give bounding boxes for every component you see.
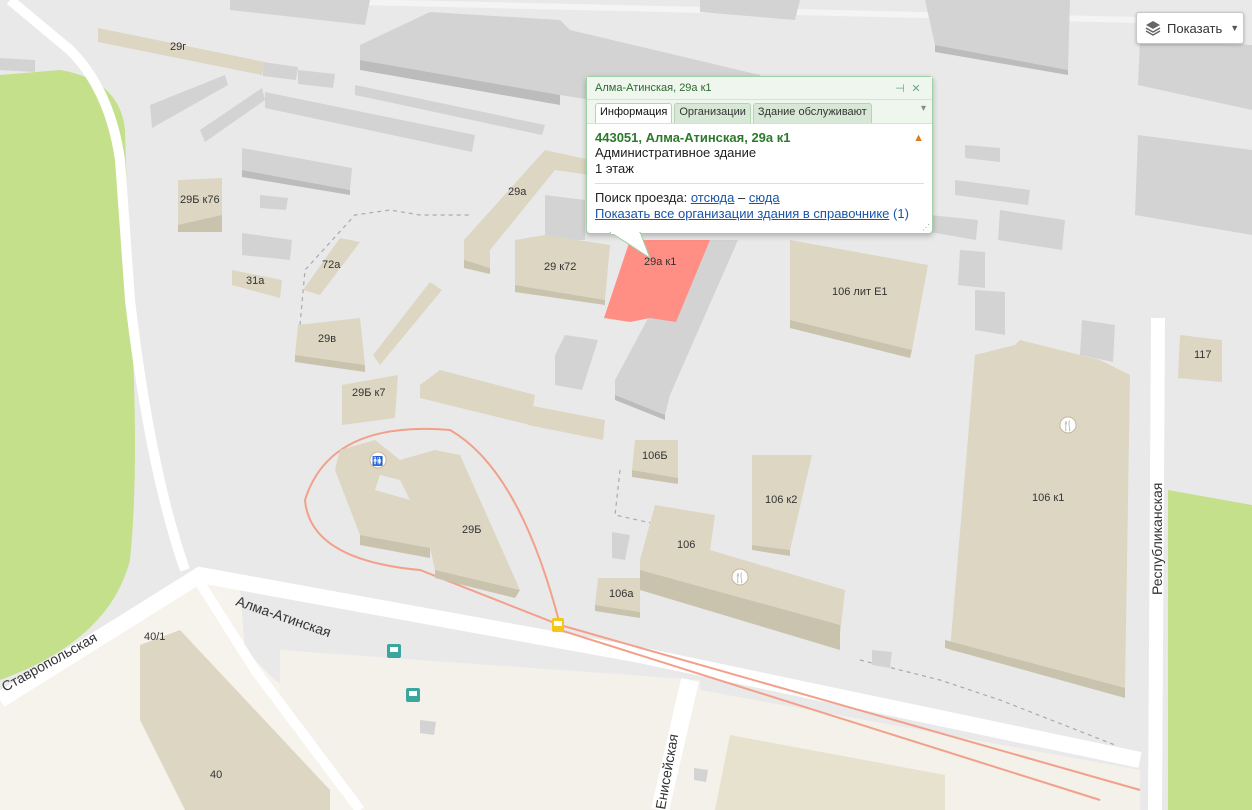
balloon-tail bbox=[609, 232, 652, 260]
building-label-106b: 106Б bbox=[642, 450, 668, 462]
info-balloon: Алма-Атинская, 29а к1 ⊣ ✕ Информация Орг… bbox=[586, 76, 933, 234]
svg-text:🍴: 🍴 bbox=[734, 571, 746, 584]
tabs-more-icon[interactable]: ▾ bbox=[921, 103, 926, 123]
warning-icon[interactable]: ▲ bbox=[913, 132, 924, 144]
show-organizations-link[interactable]: Показать все организации здания в справо… bbox=[595, 206, 889, 221]
close-icon[interactable]: ✕ bbox=[908, 82, 924, 95]
building-label-40-1: 40/1 bbox=[144, 631, 165, 643]
balloon-body: 443051, Алма-Атинская, 29а к1 ▲ Админист… bbox=[587, 124, 932, 228]
organizations-count: (1) bbox=[893, 206, 909, 221]
svg-text:🚻: 🚻 bbox=[372, 455, 383, 467]
building-label-106-lit-e1: 106 лит Е1 bbox=[832, 286, 888, 298]
route-dash: – bbox=[737, 190, 746, 205]
toilet-icon[interactable]: 🚻 bbox=[369, 451, 387, 469]
building-label-31a: 31а bbox=[246, 275, 265, 287]
route-to-link[interactable]: сюда bbox=[749, 190, 780, 205]
restaurant-icon[interactable]: 🍴 bbox=[1059, 416, 1077, 434]
park-west bbox=[0, 70, 135, 680]
tram-stop-icon[interactable] bbox=[552, 618, 564, 632]
tab-organizations[interactable]: Организации bbox=[674, 103, 751, 123]
route-search: Поиск проезда: отсюда – сюда bbox=[595, 190, 924, 206]
tab-information[interactable]: Информация bbox=[595, 103, 673, 123]
building-label-117: 117 bbox=[1194, 349, 1212, 361]
building-label-29b: 29Б bbox=[462, 524, 481, 536]
street-label-respublikanskaya: Республиканская bbox=[1149, 483, 1165, 595]
park-east bbox=[1168, 490, 1252, 810]
building-label-29-k72: 29 к72 bbox=[544, 261, 576, 273]
building-label-72a: 72а bbox=[322, 259, 341, 271]
building-type: Административное здание bbox=[595, 145, 757, 160]
caret-down-icon: ▼ bbox=[1230, 23, 1240, 33]
address-text: 443051, Алма-Атинская, 29а к1 bbox=[595, 130, 791, 145]
route-from-link[interactable]: отсюда bbox=[691, 190, 735, 205]
building-label-29v: 29в bbox=[318, 333, 336, 345]
bus-stop-icon[interactable] bbox=[406, 688, 420, 702]
building-label-29b-k76: 29Б к76 bbox=[180, 194, 220, 206]
building-label-29a: 29а bbox=[508, 186, 527, 198]
layers-label: Показать bbox=[1167, 20, 1223, 36]
pin-icon[interactable]: ⊣ bbox=[892, 82, 908, 95]
building-label-106-k2: 106 к2 bbox=[765, 494, 797, 506]
restaurant-icon[interactable]: 🍴 bbox=[731, 568, 749, 586]
balloon-divider bbox=[595, 183, 924, 184]
resize-handle[interactable]: ⋰ bbox=[922, 223, 930, 232]
building-label-106-k1: 106 к1 bbox=[1032, 492, 1064, 504]
balloon-title: Алма-Атинская, 29а к1 bbox=[595, 82, 712, 94]
org-link-row: Показать все организации здания в справо… bbox=[595, 206, 924, 222]
balloon-tabs: Информация Организации Здание обслуживаю… bbox=[587, 100, 932, 124]
building-address: 443051, Алма-Атинская, 29а к1 ▲ bbox=[595, 130, 924, 145]
building-label-29b-k7: 29Б к7 bbox=[352, 387, 385, 399]
tab-building-serviced-by[interactable]: Здание обслуживают bbox=[752, 103, 872, 123]
building-label-40: 40 bbox=[210, 769, 222, 781]
layers-icon bbox=[1145, 20, 1161, 36]
route-prefix: Поиск проезда: bbox=[595, 190, 688, 205]
building-label-106a: 106а bbox=[609, 588, 634, 600]
building-label-29g: 29г bbox=[170, 41, 186, 53]
balloon-header: Алма-Атинская, 29а к1 ⊣ ✕ bbox=[587, 77, 932, 100]
building-floors: 1 этаж bbox=[595, 161, 634, 176]
svg-text:🍴: 🍴 bbox=[1062, 419, 1074, 432]
building-label-106: 106 bbox=[677, 539, 695, 551]
bus-stop-icon[interactable] bbox=[387, 644, 401, 658]
layers-button[interactable]: Показать ▼ bbox=[1136, 12, 1244, 44]
